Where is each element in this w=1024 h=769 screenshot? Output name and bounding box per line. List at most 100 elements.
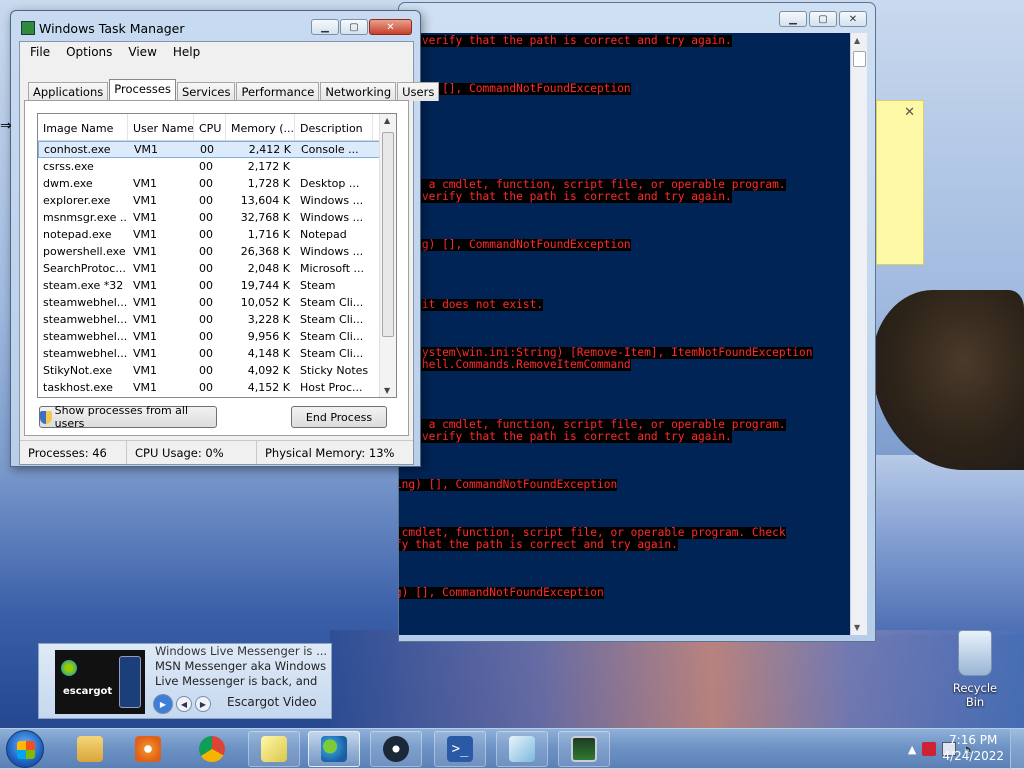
cell-memory: 2,048 K xyxy=(247,262,290,275)
cell-description: Desktop ... xyxy=(300,177,360,190)
cell-image-name: steamwebhel... xyxy=(43,330,128,343)
next-icon[interactable]: ▶ xyxy=(195,696,211,712)
tab-services[interactable]: Services xyxy=(176,82,236,101)
table-row[interactable]: StikyNot.exe VM1 00 4,092 K Sticky Notes xyxy=(38,362,396,379)
column-user-name[interactable]: User Name xyxy=(128,114,194,140)
taskbar-steam[interactable] xyxy=(370,731,422,767)
desktop-wallpaper-rock xyxy=(872,290,1024,470)
scroll-up-icon[interactable]: ▲ xyxy=(384,116,390,125)
console-output[interactable]: verify that the path is correct and try … xyxy=(399,33,852,635)
scroll-thumb[interactable] xyxy=(382,132,394,337)
column-memory[interactable]: Memory (... xyxy=(226,114,295,140)
table-row[interactable]: steamwebhel... VM1 00 10,052 K Steam Cli... xyxy=(38,294,396,311)
action-center-icon[interactable] xyxy=(922,742,937,756)
sticky-note[interactable]: ✕ xyxy=(876,100,924,265)
status-bar: Processes: 46 CPU Usage: 0% Physical Mem… xyxy=(20,440,413,464)
table-scrollbar[interactable]: ▲ ▼ xyxy=(379,114,396,397)
cell-cpu: 00 xyxy=(199,347,213,360)
process-table[interactable]: Image Name User Name CPU Memory (... Des… xyxy=(37,113,397,398)
console-scrollbar[interactable]: ▲ ▼ xyxy=(850,33,867,635)
table-row[interactable]: taskhost.exe VM1 00 4,152 K Host Proc... xyxy=(38,379,396,396)
cell-image-name: StikyNot.exe xyxy=(43,364,113,377)
table-row[interactable]: msnmsgr.exe ... VM1 00 32,768 K Windows ... xyxy=(38,209,396,226)
taskbar-sticky-notes[interactable] xyxy=(248,731,300,767)
cell-user-name: VM1 xyxy=(133,279,158,292)
taskbar-notepad[interactable] xyxy=(496,731,548,767)
menu-file[interactable]: File xyxy=(22,45,58,59)
taskbar-explorer[interactable] xyxy=(64,731,116,767)
table-row[interactable]: explorer.exe VM1 00 13,604 K Windows ... xyxy=(38,192,396,209)
console-error-line: the spelling of the name, or if a path w… xyxy=(399,539,678,551)
play-icon[interactable]: ▶ xyxy=(153,694,173,714)
escargot-logo-text: escargot xyxy=(63,686,113,697)
notepad-icon xyxy=(509,736,535,762)
column-cpu[interactable]: CPU xyxy=(194,114,226,140)
cell-image-name: SearchProtoc... xyxy=(43,262,126,275)
table-row[interactable]: steamwebhel... VM1 00 9,956 K Steam Cli... xyxy=(38,328,396,345)
uac-shield-icon xyxy=(40,410,52,424)
scroll-up-icon[interactable]: ▲ xyxy=(854,36,860,45)
tab-users[interactable]: Users xyxy=(397,82,440,101)
resize-cursor-icon: ⇒ xyxy=(0,118,12,134)
table-row[interactable]: SearchProtoc... VM1 00 2,048 K Microsoft ... xyxy=(38,260,396,277)
cell-memory: 2,412 K xyxy=(248,143,291,156)
table-row[interactable]: powershell.exe VM1 00 26,368 K Windows ... xyxy=(38,243,396,260)
table-row[interactable]: steam.exe *32 VM1 00 19,744 K Steam xyxy=(38,277,396,294)
table-row[interactable]: dwm.exe VM1 00 1,728 K Desktop ... xyxy=(38,175,396,192)
close-icon[interactable]: ✕ xyxy=(904,105,915,120)
column-image-name[interactable]: Image Name xyxy=(38,114,128,140)
taskbar-chrome[interactable] xyxy=(186,731,238,767)
taskbar-powershell[interactable]: >_ xyxy=(434,731,486,767)
task-manager-window[interactable]: Windows Task Manager ▁ ▢ ✕ File Options … xyxy=(10,10,440,467)
menu-help[interactable]: Help xyxy=(165,45,208,59)
cell-memory: 3,228 K xyxy=(247,313,290,326)
table-row[interactable]: csrss.exe 00 2,172 K xyxy=(38,158,396,175)
recycle-bin[interactable]: Recycle Bin xyxy=(942,630,1008,709)
taskbar-task-manager[interactable] xyxy=(558,731,610,767)
messenger-icon xyxy=(321,736,347,762)
minimize-button[interactable]: ▁ xyxy=(311,19,339,35)
show-all-processes-button[interactable]: Show processes from all users xyxy=(39,404,217,430)
table-row[interactable]: steamwebhel... VM1 00 4,148 K Steam Cli... xyxy=(38,345,396,362)
task-manager-icon xyxy=(21,21,35,35)
tab-processes[interactable]: Processes xyxy=(109,79,176,101)
cell-cpu: 00 xyxy=(199,228,213,241)
scroll-thumb[interactable] xyxy=(853,51,866,67)
table-row[interactable]: notepad.exe VM1 00 1,716 K Notepad xyxy=(38,226,396,243)
cell-cpu: 00 xyxy=(199,279,213,292)
cell-description: Microsoft ... xyxy=(300,262,365,275)
cell-image-name: powershell.exe xyxy=(43,245,126,258)
cell-cpu: 00 xyxy=(199,330,213,343)
tab-networking[interactable]: Networking xyxy=(320,82,397,101)
previous-icon[interactable]: ◀ xyxy=(176,696,192,712)
powershell-window[interactable]: ▁ ▢ ✕ verify that the path is correct an… xyxy=(398,2,876,642)
cell-description: Windows ... xyxy=(300,211,364,224)
column-description[interactable]: Description xyxy=(295,114,373,140)
tab-applications[interactable]: Applications xyxy=(28,82,109,101)
close-button[interactable]: ✕ xyxy=(839,11,867,27)
scroll-down-icon[interactable]: ▼ xyxy=(854,623,860,632)
table-row[interactable]: steamwebhel... VM1 00 3,228 K Steam Cli... xyxy=(38,311,396,328)
table-row[interactable]: conhost.exe VM1 00 2,412 K Console ... xyxy=(38,141,396,158)
cell-memory: 10,052 K xyxy=(240,296,290,309)
cell-image-name: steam.exe *32 xyxy=(43,279,124,292)
menu-view[interactable]: View xyxy=(120,45,164,59)
close-button[interactable]: ✕ xyxy=(369,19,412,35)
messenger-thumbnail-preview[interactable]: escargot Windows Live Messenger is ... M… xyxy=(38,643,332,719)
scroll-down-icon[interactable]: ▼ xyxy=(384,386,390,395)
taskbar-media-player[interactable] xyxy=(122,731,174,767)
clock[interactable]: 7:16 PM 4/24/2022 xyxy=(942,732,1004,764)
end-process-button[interactable]: End Process xyxy=(291,406,387,428)
menu-options[interactable]: Options xyxy=(58,45,120,59)
taskbar-messenger[interactable] xyxy=(308,731,360,767)
cell-description: Steam xyxy=(300,279,336,292)
tab-performance[interactable]: Performance xyxy=(236,82,320,101)
maximize-button[interactable]: ▢ xyxy=(340,19,368,35)
console-error-line: + CategoryInfo : ObjectNotFound: (fuck:S… xyxy=(399,587,604,599)
windows-logo-icon xyxy=(17,741,35,759)
maximize-button[interactable]: ▢ xyxy=(809,11,837,27)
show-hidden-icons-icon[interactable]: ▲ xyxy=(908,743,916,756)
start-button[interactable] xyxy=(6,730,44,768)
minimize-button[interactable]: ▁ xyxy=(779,11,807,27)
show-desktop-button[interactable] xyxy=(1010,729,1024,769)
